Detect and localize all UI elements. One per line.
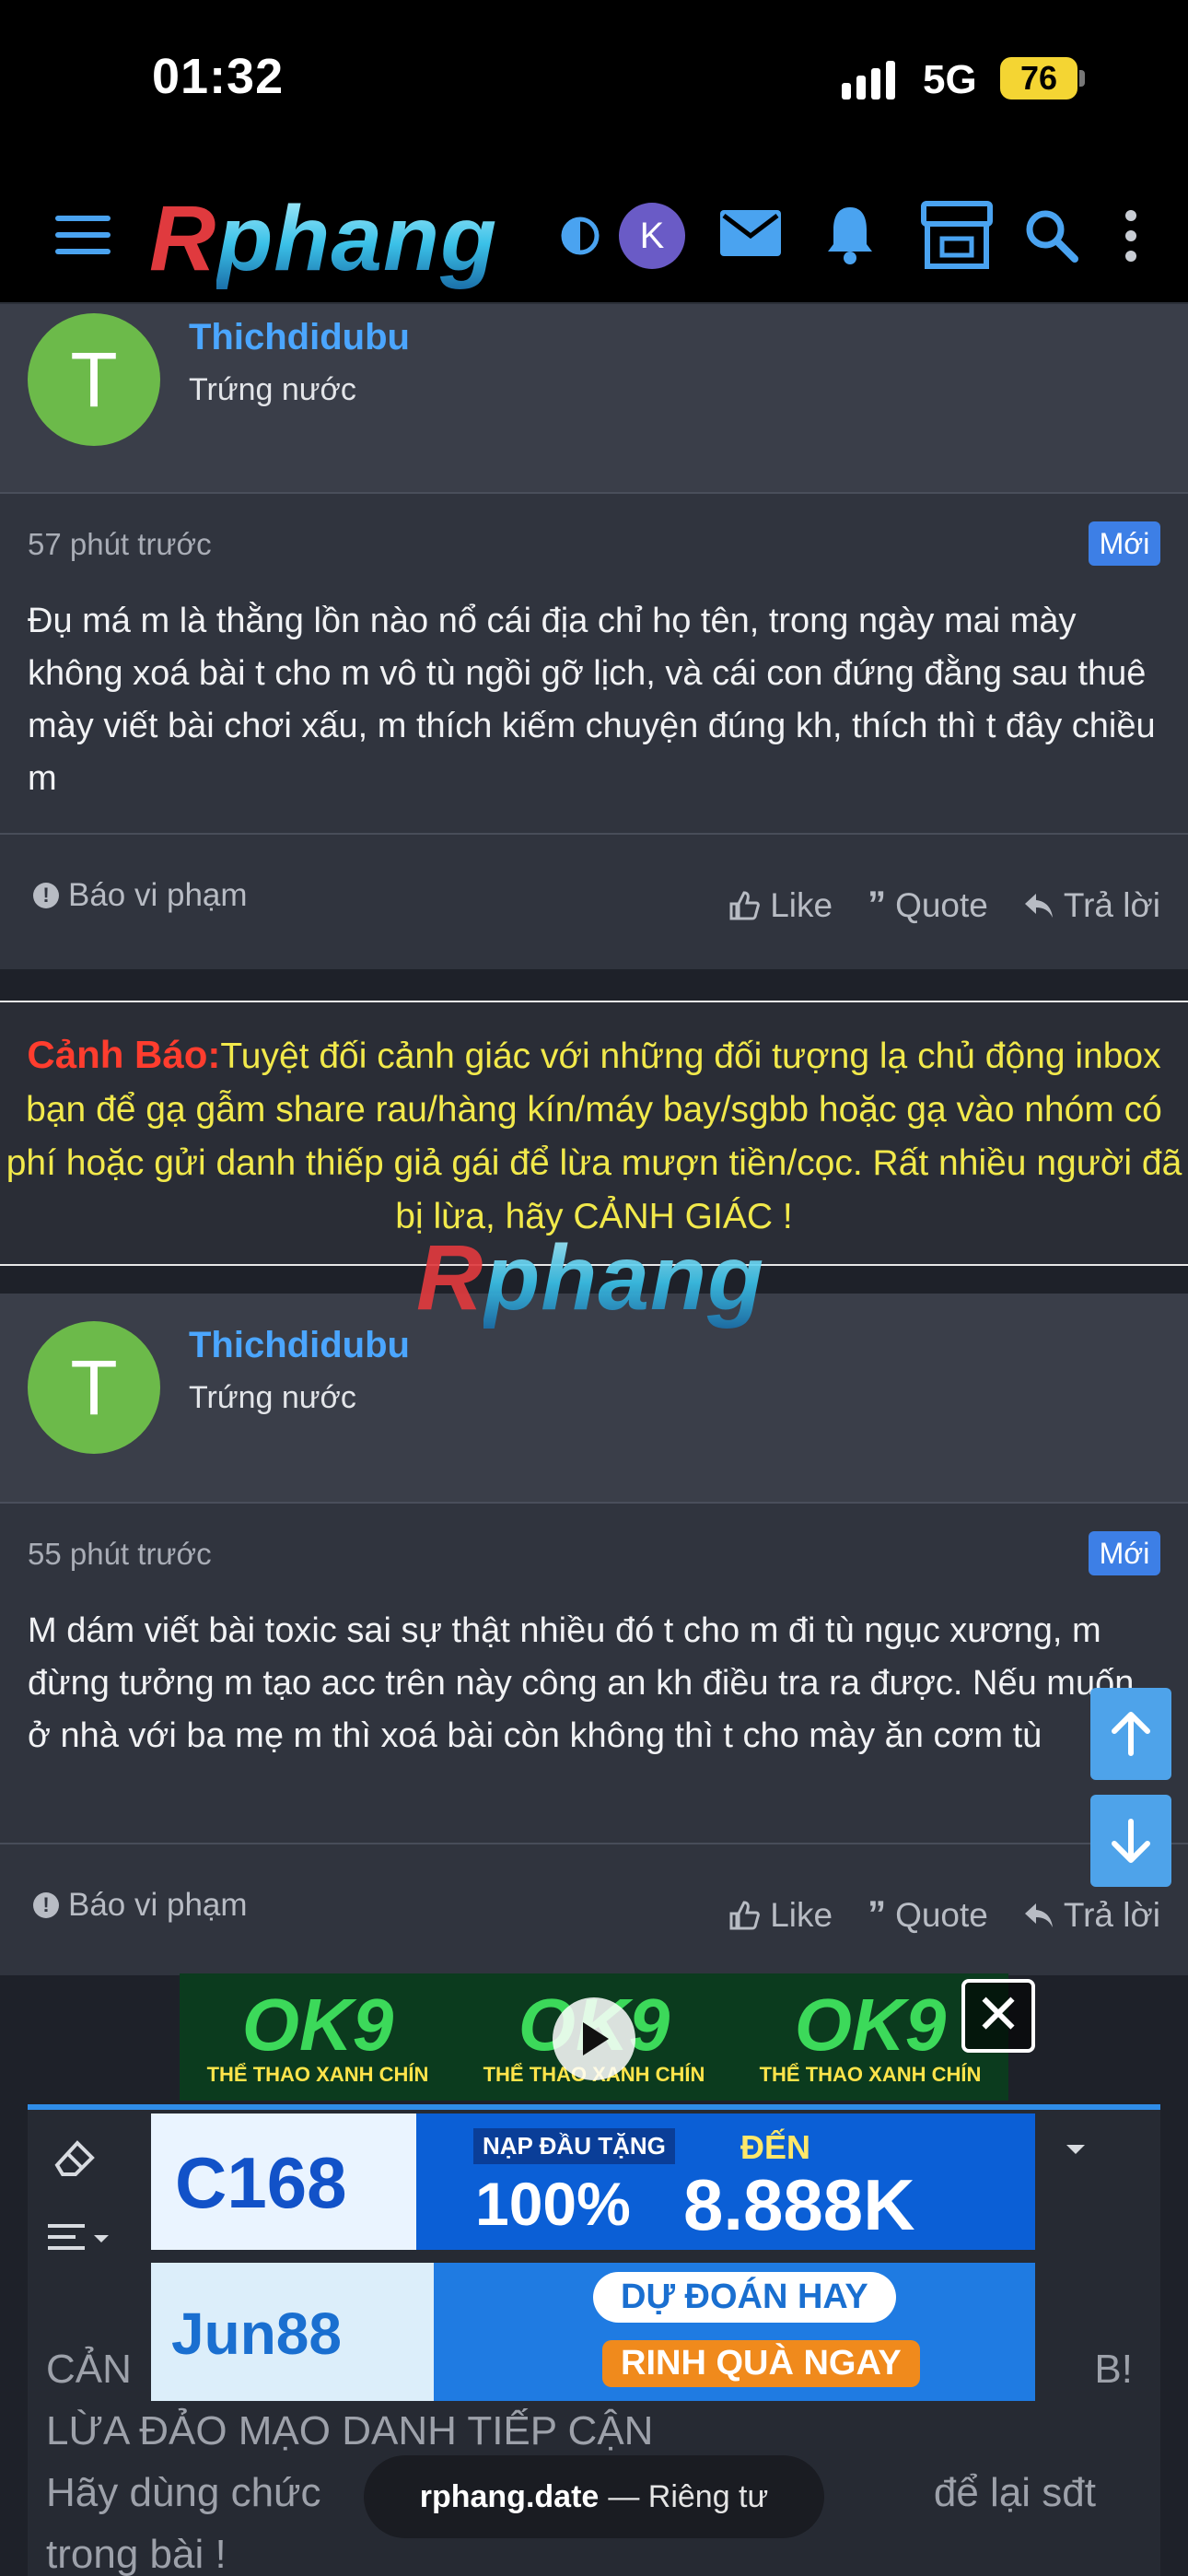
status-bar: 01:32 5G 76 <box>0 0 1188 166</box>
watermark-logo: Rphang <box>416 1225 764 1331</box>
report-button[interactable]: ! Báo vi phạm <box>33 877 248 914</box>
post-body: M dám viết bài toxic sai sự thật nhiều đ… <box>28 1611 1135 1755</box>
hamburger-menu-icon[interactable] <box>46 203 120 267</box>
reply-label: Trả lời <box>1063 885 1160 924</box>
divider <box>0 833 1188 835</box>
alert-icon: ! <box>33 883 59 908</box>
status-time: 01:32 <box>152 49 285 104</box>
post-timestamp[interactable]: 55 phút trước <box>28 1537 212 1572</box>
arrow-up-icon <box>1112 1712 1150 1756</box>
search-icon[interactable] <box>1019 203 1083 267</box>
divider <box>0 1843 1188 1844</box>
watermark-text: phang <box>483 1226 765 1329</box>
avatar[interactable]: T <box>28 313 160 446</box>
top-navigation: Rphang K <box>0 166 1188 304</box>
reply-button[interactable]: Trả lời <box>1023 884 1160 926</box>
url-separator: — <box>608 2478 648 2514</box>
quote-button[interactable]: ” Quote <box>868 1894 988 1936</box>
battery-indicator: 76 <box>1000 57 1077 100</box>
dropdown-icon[interactable] <box>1065 2143 1087 2158</box>
thumbs-up-icon <box>729 1900 761 1929</box>
jun88-cta: RINH QUÀ NGAY <box>602 2340 920 2387</box>
new-badge: Mới <box>1089 521 1160 566</box>
like-label: Like <box>770 885 833 924</box>
c168-brand: C168 <box>175 2142 347 2223</box>
url-domain: rphang.date <box>419 2478 600 2514</box>
bell-icon[interactable] <box>818 199 882 269</box>
report-label: Báo vi phạm <box>68 877 248 913</box>
logo-letter: R <box>149 187 217 290</box>
mail-icon[interactable] <box>718 201 783 265</box>
like-button[interactable]: Like <box>728 884 833 926</box>
ok9-logo: OK9THỂ THAO XANH CHÍN <box>206 1984 429 2087</box>
site-logo[interactable]: Rphang <box>149 186 497 292</box>
c168-banner-ad[interactable]: C168 NẠP ĐẦU TẶNG 100% ĐẾN 8.888K <box>151 2113 1035 2250</box>
network-label: 5G <box>923 57 977 102</box>
warning-label: Cảnh Báo: <box>27 1033 221 1076</box>
c168-to-label: ĐẾN <box>740 2128 811 2166</box>
user-title: Trứng nước <box>189 372 356 407</box>
editor-line-2: LỪA ĐẢO MẠO DANH TIẾP CẬN <box>46 2408 654 2453</box>
post-actions: Like ” Quote Trả lời <box>728 884 1160 926</box>
post-card: T Thichdidubu Trứng nước 55 phút trước M… <box>0 1294 1188 1975</box>
align-icon[interactable] <box>48 2219 122 2259</box>
like-label: Like <box>770 1895 833 1934</box>
post-actions: Like ” Quote Trả lời <box>728 1894 1160 1936</box>
reply-icon <box>1024 1903 1053 1927</box>
post-card: T Thichdidubu Trứng nước 57 phút trước M… <box>0 304 1188 969</box>
post-header: T Thichdidubu Trứng nước <box>0 304 1188 494</box>
close-ad-button[interactable]: ✕ <box>961 1979 1035 2053</box>
post-timestamp[interactable]: 57 phút trước <box>28 527 212 562</box>
play-icon[interactable] <box>553 1997 635 2080</box>
quote-label: Quote <box>895 1895 988 1934</box>
username[interactable]: Thichdidubu <box>189 317 410 358</box>
new-badge: Mới <box>1089 1531 1160 1575</box>
battery-tip <box>1079 70 1085 87</box>
more-options-icon[interactable] <box>1114 201 1147 271</box>
quote-icon: ” <box>868 1894 887 1935</box>
like-button[interactable]: Like <box>728 1894 833 1936</box>
store-icon[interactable] <box>915 195 998 275</box>
signal-icon <box>842 61 901 100</box>
report-button[interactable]: ! Báo vi phạm <box>33 1887 248 1924</box>
username[interactable]: Thichdidubu <box>189 1325 410 1366</box>
jun88-banner-ad[interactable]: Jun88 DỰ ĐOÁN HAY RINH QUÀ NGAY <box>151 2263 1035 2401</box>
scroll-up-button[interactable] <box>1090 1688 1171 1780</box>
jun88-headline: DỰ ĐOÁN HAY <box>593 2272 896 2323</box>
arrow-down-icon <box>1112 1819 1150 1863</box>
thumbs-up-icon <box>729 890 761 919</box>
eraser-icon[interactable] <box>52 2137 98 2184</box>
user-title: Trứng nước <box>189 1380 356 1415</box>
watermark-letter: R <box>416 1226 484 1329</box>
report-label: Báo vi phạm <box>68 1887 248 1923</box>
reply-label: Trả lời <box>1063 1895 1160 1934</box>
reply-icon <box>1024 893 1053 918</box>
alert-icon: ! <box>33 1892 59 1918</box>
private-mode-label: Riêng tư <box>647 2478 769 2514</box>
quote-label: Quote <box>895 885 988 924</box>
reply-button[interactable]: Trả lời <box>1023 1894 1160 1936</box>
post-body: Đụ má m là thằng lồn nào nổ cái địa chỉ … <box>28 602 1156 798</box>
c168-promo-value: 100% <box>475 2170 631 2238</box>
logo-text: phang <box>216 187 498 290</box>
c168-amount: 8.888K <box>683 2164 915 2245</box>
jun88-brand: Jun88 <box>171 2301 342 2367</box>
user-avatar[interactable]: K <box>619 203 685 269</box>
browser-url-bar[interactable]: rphang.date — Riêng tư <box>364 2455 824 2538</box>
scroll-down-button[interactable] <box>1090 1795 1171 1887</box>
quote-button[interactable]: ” Quote <box>868 884 988 926</box>
c168-promo-label: NẠP ĐẦU TẶNG <box>473 2128 675 2164</box>
quote-icon: ” <box>868 884 887 925</box>
theme-toggle-icon[interactable] <box>556 212 604 260</box>
avatar[interactable]: T <box>28 1321 160 1454</box>
ok9-logo: OK9THỂ THAO XANH CHÍN <box>759 1984 982 2087</box>
